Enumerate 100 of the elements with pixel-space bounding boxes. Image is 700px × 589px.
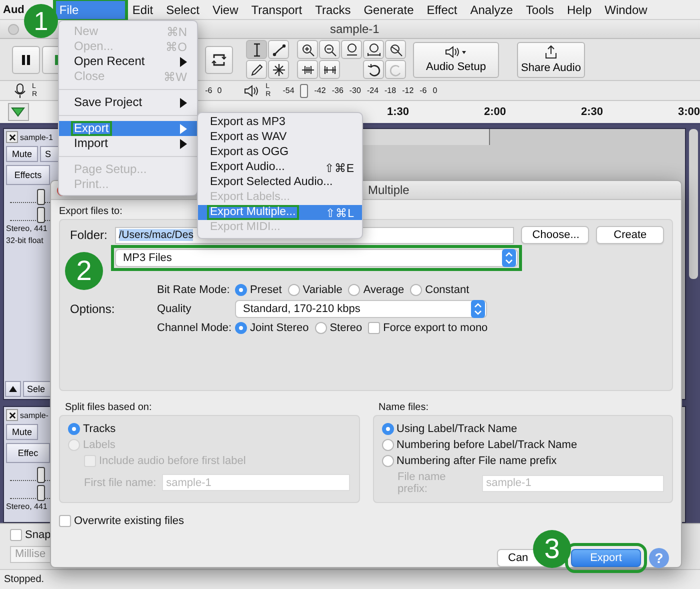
radio-button[interactable] [382,439,394,451]
zoom-toggle-icon[interactable] [385,40,406,59]
envelope-tool-icon[interactable] [268,40,289,59]
silence-icon[interactable] [319,60,340,79]
checkbox[interactable] [59,515,71,527]
menu[interactable]: Tracks [309,0,357,18]
effects-button[interactable]: Effec [6,443,50,463]
menu-item[interactable]: Import [59,136,197,151]
radio-button[interactable] [382,455,394,467]
menu[interactable]: Edit [126,0,160,18]
track-name[interactable]: sample- [20,410,48,420]
menu[interactable]: Analyze [464,0,519,18]
menu[interactable]: Transport [245,0,308,18]
meter-tick: -30 [349,86,361,95]
menu-item[interactable]: Save Project [59,95,197,110]
scrollbar[interactable] [689,129,698,279]
play-at-position-button[interactable] [8,103,29,121]
pan-slider-thumb[interactable] [37,485,46,501]
zoom-out-icon[interactable] [319,40,340,59]
field-label: Quality [157,303,192,315]
field-label: Folder: [70,228,108,242]
undo-icon[interactable] [363,60,384,79]
close-icon[interactable] [6,409,18,421]
menu-item[interactable]: Open Recent [59,54,197,69]
gain-slider-thumb[interactable] [37,189,46,205]
fit-selection-icon[interactable] [341,40,362,59]
radio-label: Variable [302,284,342,296]
microphone-icon[interactable] [14,82,26,98]
collapse-button[interactable] [5,381,21,397]
checkbox[interactable] [368,322,380,334]
field-label: Options: [70,302,116,316]
menu-item[interactable]: Export as MP3 [198,115,362,130]
meter-tick: -24 [366,86,379,95]
pan-slider-thumb[interactable] [37,207,46,223]
meter-tick: -6 [205,86,212,95]
quality-dropdown[interactable]: Standard, 170-210 kbps [235,300,487,318]
timeline-label: 2:30 [580,106,604,118]
trim-icon[interactable] [297,60,318,79]
radio-label: Using Label/Track Name [396,423,518,435]
mute-button[interactable]: Mute [6,424,38,440]
zoom-in-icon[interactable] [297,40,318,59]
checkbox-label: Snap [25,529,51,541]
gain-slider-thumb[interactable] [37,467,46,483]
menu-item[interactable]: Export Multiple... ⇧⌘L [198,205,362,220]
meter-tick: -36 [332,86,344,95]
menu-item[interactable]: Export Audio... ⇧⌘E [198,160,362,175]
menu[interactable]: Generate [358,0,420,18]
menu[interactable]: Help [560,0,598,18]
menu-item[interactable]: Export Selected Audio... [198,175,362,190]
choose-button[interactable]: Choose... [521,226,590,244]
fit-project-icon[interactable] [363,40,384,59]
radio-button[interactable] [68,423,80,435]
speaker-icon[interactable] [244,84,260,96]
pause-icon [20,54,32,66]
radio-button[interactable] [348,284,360,296]
format-dropdown[interactable]: MP3 Files [115,249,518,267]
triangle-down-icon [11,107,26,117]
share-audio-button[interactable]: Share Audio [517,42,585,78]
section-label: Name files: [378,402,429,413]
field-label: Bit Rate Mode: [157,284,231,296]
meter-tick: -18 [384,86,396,95]
stepper-icon [471,300,485,318]
status-text: Stopped. [4,574,44,585]
menu-item[interactable]: Export as OGG [198,145,362,160]
menu[interactable]: Select [160,0,206,18]
radio-button[interactable] [288,284,300,296]
close-icon[interactable] [6,131,18,143]
menu[interactable]: Effect [420,0,464,18]
checkbox[interactable] [10,529,22,541]
section-label: Export files to: [59,206,122,217]
loop-button[interactable] [205,46,233,74]
radio-label: Average [363,284,404,296]
radio-button[interactable] [410,284,422,296]
radio-button[interactable] [382,423,394,435]
slider-thumb[interactable] [300,84,308,98]
mute-button[interactable]: Mute [6,146,38,162]
radio-button[interactable] [314,322,327,334]
menu[interactable]: Window [598,0,654,18]
meter-tick: -54 [282,86,294,95]
radio-label: Numbering before Label/Track Name [396,439,578,451]
effects-button[interactable]: Effects [6,165,50,185]
menu[interactable]: View [206,0,244,18]
dialog-title: Multiple [368,183,410,197]
share-icon [544,45,558,59]
radio-label: Tracks [83,423,116,435]
multi-tool-icon[interactable] [268,60,289,79]
meter-tick: -42 [314,86,326,95]
menu-item[interactable]: Export [59,121,197,136]
create-button[interactable]: Create [596,226,664,244]
radio-button[interactable] [235,284,247,296]
radio-button[interactable] [235,322,247,334]
audio-setup-button[interactable]: Audio Setup [413,42,499,78]
meter-tick: -6 [420,86,427,95]
track-name[interactable]: sample-1 [20,132,53,142]
selection-tool-icon[interactable] [246,40,267,59]
menu[interactable]: Tools [520,0,560,18]
menu[interactable]: File [56,0,126,18]
play-icon [54,54,58,64]
pause-button[interactable] [12,46,40,74]
pencil-icon[interactable] [246,60,267,79]
